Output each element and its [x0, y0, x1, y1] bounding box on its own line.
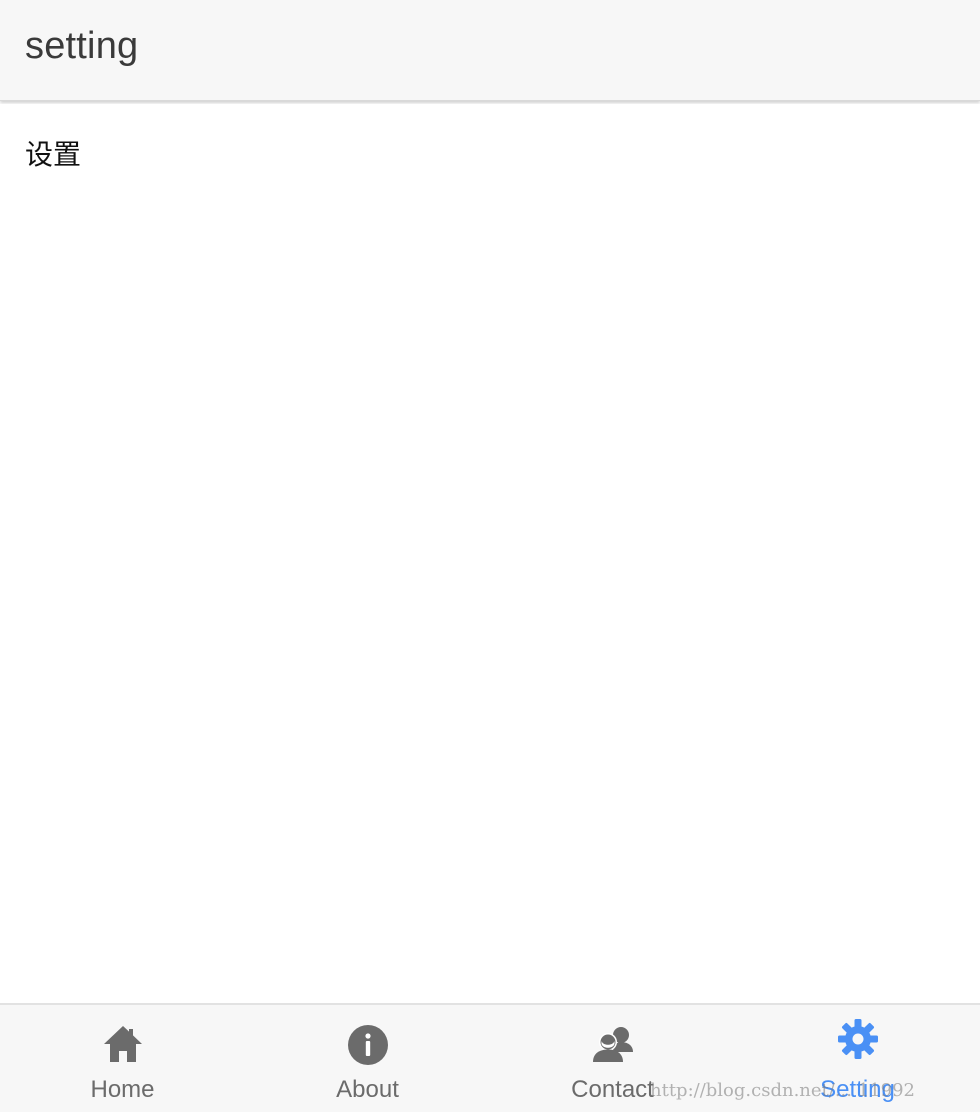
tab-contact[interactable]: Contact [490, 1005, 735, 1112]
tab-setting[interactable]: Setting [735, 1005, 980, 1112]
content-text: 设置 [25, 138, 82, 171]
bottom-tab-bar: Home About Contact Setting [0, 1003, 980, 1112]
contacts-icon [591, 1022, 635, 1066]
info-icon [346, 1022, 390, 1066]
gear-icon [836, 1017, 880, 1061]
tab-about[interactable]: About [245, 1005, 490, 1112]
page-title: setting [25, 25, 139, 67]
app-screen: setting 设置 Home About Contact Setting ht… [0, 0, 980, 1112]
tab-setting-label: Setting [820, 1076, 895, 1103]
tab-about-label: About [336, 1076, 399, 1103]
app-header: setting [0, 0, 980, 101]
tab-contact-label: Contact [571, 1076, 654, 1103]
tab-home-label: Home [90, 1076, 155, 1103]
tab-home[interactable]: Home [0, 1005, 245, 1112]
content-area: 设置 [0, 104, 980, 1002]
home-icon [101, 1022, 145, 1066]
